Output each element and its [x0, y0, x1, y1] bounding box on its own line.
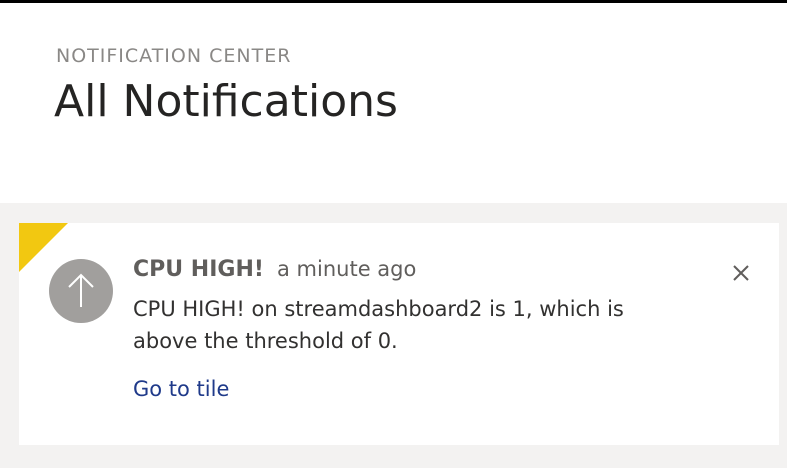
close-icon — [733, 265, 749, 281]
arrow-up-icon — [68, 273, 94, 307]
notification-center-header: NOTIFICATION CENTER All Notifications — [0, 3, 787, 203]
notification-avatar — [49, 259, 113, 323]
notification-card: CPU HIGH! a minute ago CPU HIGH! on stre… — [19, 223, 779, 445]
page-title: All Notifications — [54, 76, 398, 127]
notification-message: CPU HIGH! on streamdashboard2 is 1, whic… — [133, 297, 624, 353]
notification-time: a minute ago — [277, 257, 417, 281]
dismiss-notification-button[interactable] — [727, 259, 755, 287]
notification-title: CPU HIGH! — [133, 257, 264, 282]
go-to-tile-link[interactable]: Go to tile — [133, 377, 229, 401]
notification-header: CPU HIGH! a minute ago — [133, 257, 416, 282]
section-eyebrow: NOTIFICATION CENTER — [56, 45, 292, 67]
notification-list: CPU HIGH! a minute ago CPU HIGH! on stre… — [0, 203, 787, 468]
